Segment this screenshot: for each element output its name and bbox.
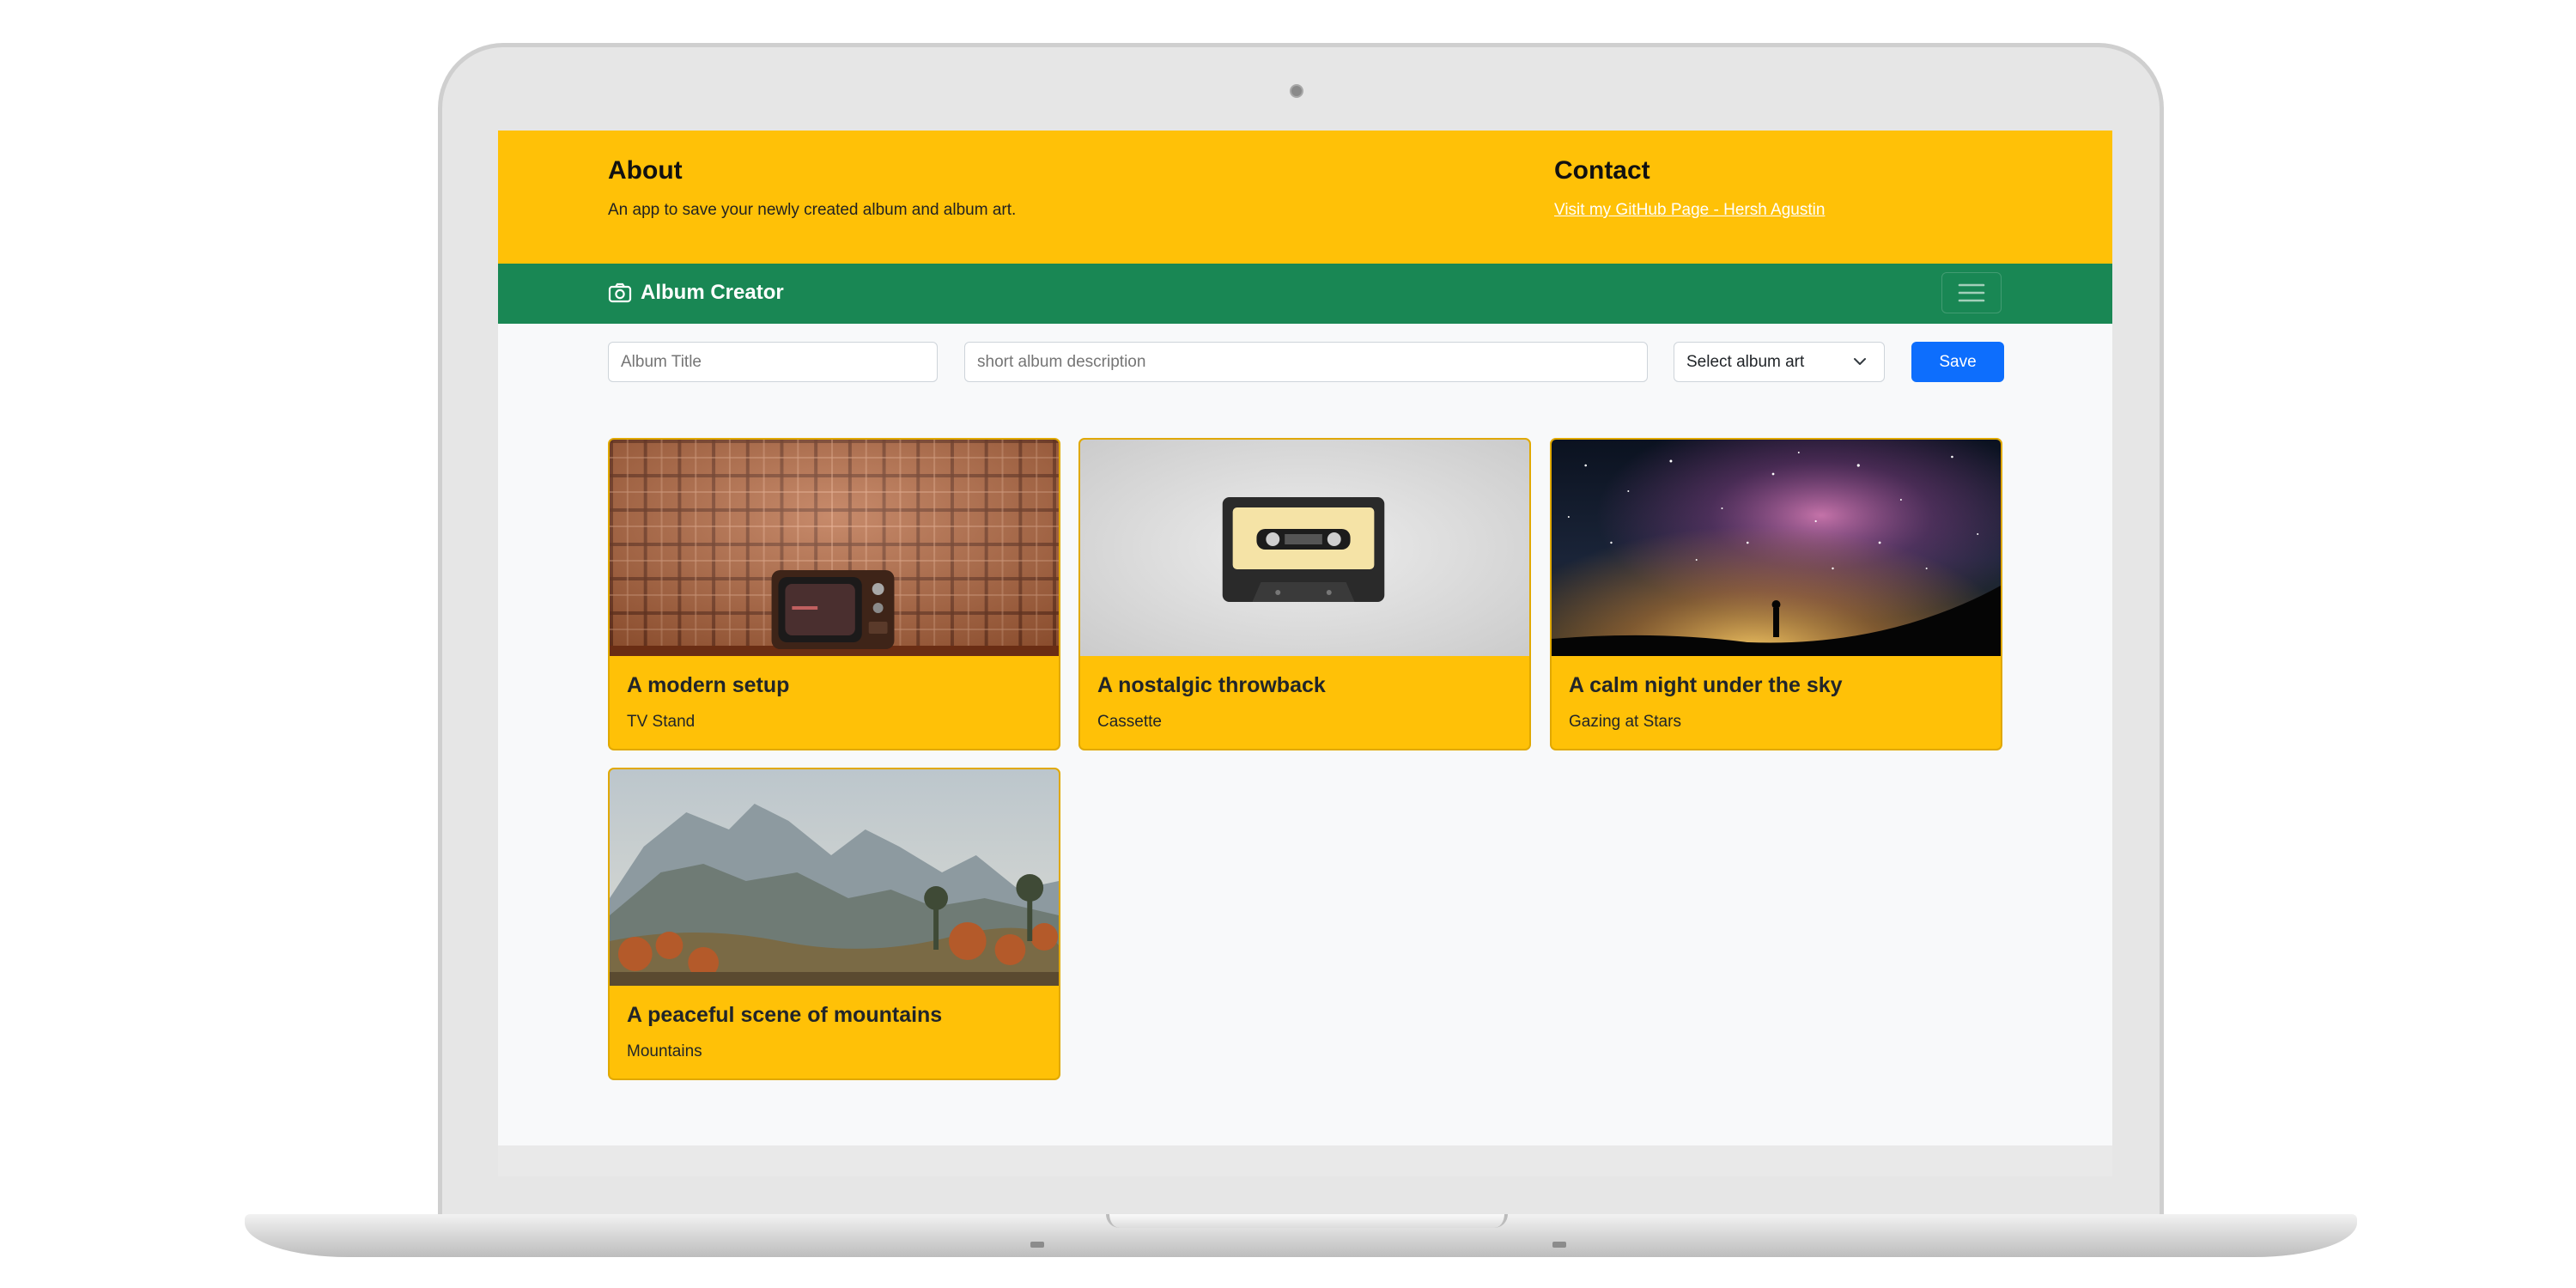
album-card-title: A peaceful scene of mountains [627, 1003, 943, 1027]
hamburger-icon [1958, 283, 1985, 302]
album-card-subtitle: Cassette [1097, 713, 1162, 731]
chevron-down-icon [1854, 358, 1866, 365]
camera-icon [608, 283, 632, 303]
github-link[interactable]: Visit my GitHub Page - Hersh Agustin [1554, 201, 1825, 220]
tv-stand-image [610, 440, 1059, 656]
laptop-notch [1106, 1214, 1508, 1228]
album-card[interactable]: A nostalgic throwback Cassette [1078, 438, 1531, 750]
navbar-brand[interactable]: Album Creator [608, 281, 784, 305]
laptop-camera [1290, 84, 1303, 98]
save-button[interactable]: Save [1911, 342, 2004, 382]
mountains-image [610, 769, 1059, 986]
album-card[interactable]: A peaceful scene of mountains Mountains [608, 768, 1060, 1080]
album-title-input[interactable] [608, 342, 938, 382]
navbar-toggle-button[interactable] [1941, 272, 2002, 313]
album-card-subtitle: Mountains [627, 1042, 702, 1060]
album-card-subtitle: Gazing at Stars [1569, 713, 1681, 731]
app-screen: About An app to save your newly created … [498, 131, 2112, 1145]
laptop-foot [1030, 1242, 1044, 1248]
album-card-title: A nostalgic throwback [1097, 673, 1326, 697]
navbar: Album Creator [498, 264, 2112, 324]
screen-bezel-bottom [498, 1145, 2112, 1176]
album-art-select[interactable]: Select album art [1674, 342, 1885, 382]
album-description-input[interactable] [964, 342, 1648, 382]
brand-title: Album Creator [641, 281, 784, 304]
about-section: About An app to save your newly created … [498, 131, 2112, 264]
album-art-select-value: Select album art [1686, 352, 1805, 371]
album-card[interactable]: A modern setup TV Stand [608, 438, 1060, 750]
album-card-subtitle: TV Stand [627, 713, 696, 731]
album-card-title: A modern setup [627, 673, 790, 697]
about-column: About An app to save your newly created … [608, 156, 1016, 220]
contact-column: Contact Visit my GitHub Page - Hersh Agu… [1554, 156, 1825, 220]
about-heading: About [608, 156, 683, 185]
about-text: An app to save your newly created album … [608, 201, 1017, 219]
contact-heading: Contact [1554, 156, 1650, 185]
album-card-title: A calm night under the sky [1569, 673, 1843, 697]
laptop-foot [1552, 1242, 1566, 1248]
cassette-image [1080, 440, 1529, 656]
stars-image [1552, 440, 2001, 656]
album-card[interactable]: A calm night under the sky Gazing at Sta… [1550, 438, 2002, 750]
